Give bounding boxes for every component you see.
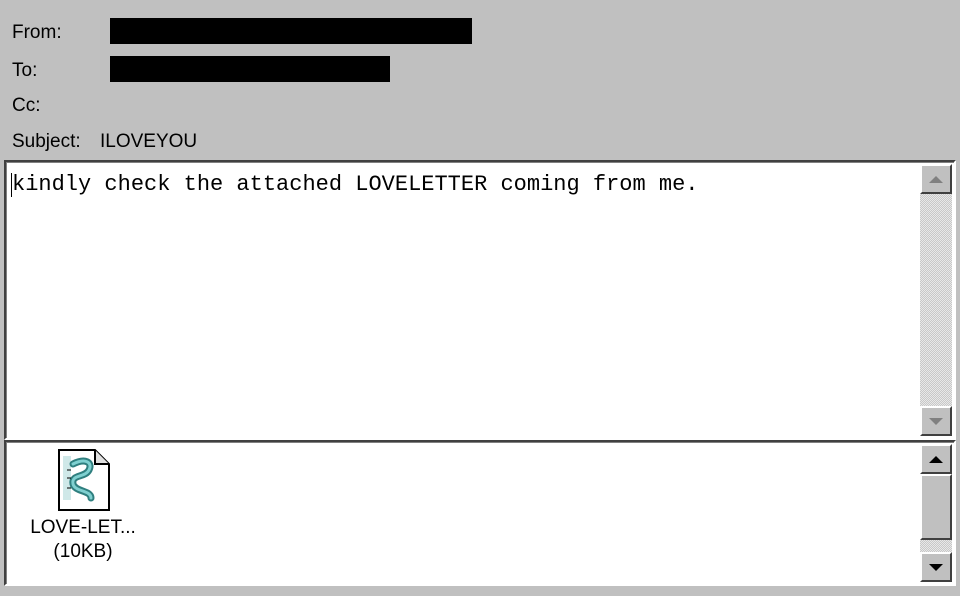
message-body-pane[interactable]: kindly check the attached LOVELETTER com… (4, 160, 956, 440)
body-scroll-track[interactable] (920, 164, 952, 436)
attachment-scroll-down-button[interactable] (920, 552, 952, 582)
message-body-text[interactable]: kindly check the attached LOVELETTER com… (12, 172, 699, 197)
arrow-up-icon (929, 455, 943, 463)
cc-label: Cc: (12, 95, 41, 116)
attachment-scrollbar[interactable] (920, 444, 952, 582)
to-label: To: (12, 60, 38, 81)
from-redacted-value (110, 18, 472, 44)
attachment-size: (10KB) (53, 541, 113, 562)
arrow-up-icon (929, 175, 943, 183)
body-scroll-up-button[interactable] (920, 164, 952, 194)
message-header: From: To: Cc: Subject: ILOVEYOU (0, 0, 960, 160)
body-scroll-down-button[interactable] (920, 406, 952, 436)
attachment-scroll-up-button[interactable] (920, 444, 952, 474)
subject-label: Subject: (12, 131, 81, 152)
arrow-down-icon (929, 563, 943, 571)
script-scroll-icon (58, 449, 110, 511)
from-label: From: (12, 22, 62, 43)
subject-value: ILOVEYOU (100, 131, 198, 152)
attachment-name: LOVE-LET... (30, 517, 136, 538)
attachment-scroll-thumb[interactable] (920, 474, 952, 540)
arrow-down-icon (929, 417, 943, 425)
attachment-pane: LOVE-LET... (10KB) (4, 440, 956, 586)
to-redacted-value (110, 56, 390, 82)
attachment-item[interactable]: LOVE-LET... (10KB) (18, 448, 148, 564)
body-scrollbar[interactable] (920, 164, 952, 436)
